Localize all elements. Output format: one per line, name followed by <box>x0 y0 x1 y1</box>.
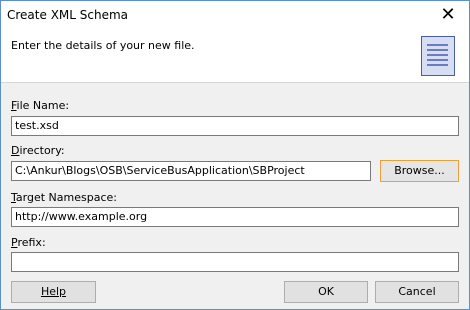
directory-label: Directory: <box>11 144 65 157</box>
close-icon[interactable]: ✕ <box>435 3 461 27</box>
file-name-label: File Name: <box>11 99 70 112</box>
prefix-input[interactable] <box>11 252 459 272</box>
target-namespace-label: Target Namespace: <box>11 191 117 204</box>
title-bar: Create XML Schema ✕ <box>1 1 469 30</box>
prefix-label: Prefix: <box>11 236 46 249</box>
window-title: Create XML Schema <box>7 8 129 22</box>
target-namespace-input[interactable]: http://www.example.org <box>11 207 459 227</box>
header-instructions: Enter the details of your new file. <box>11 39 195 52</box>
ok-button[interactable]: OK <box>284 281 368 303</box>
cancel-button[interactable]: Cancel <box>375 281 459 303</box>
directory-input[interactable]: C:\Ankur\Blogs\OSB\ServiceBusApplication… <box>11 161 371 181</box>
create-xml-schema-dialog: Create XML Schema ✕ Enter the details of… <box>0 0 470 310</box>
help-button[interactable]: Help <box>11 281 96 303</box>
file-name-input[interactable]: test.xsd <box>11 116 459 136</box>
browse-button[interactable]: Browse... <box>380 160 459 182</box>
dialog-header: Enter the details of your new file. <box>1 30 469 83</box>
document-lines-icon <box>421 36 455 76</box>
